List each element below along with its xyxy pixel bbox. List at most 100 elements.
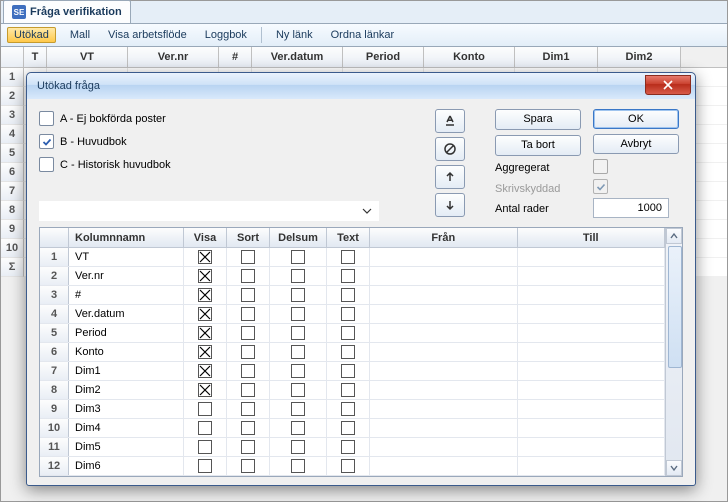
row-index[interactable]: 10 [40, 419, 69, 437]
grid-header-cell[interactable]: VT [47, 47, 128, 67]
grid-row-header[interactable]: Σ [1, 258, 24, 277]
scroll-up-button[interactable] [666, 228, 682, 244]
cell-checkbox[interactable] [198, 288, 212, 302]
row-index[interactable]: 9 [40, 400, 69, 418]
cell-checkbox[interactable] [291, 459, 305, 473]
grid-row-header[interactable]: 6 [1, 163, 24, 182]
cell-checkbox[interactable] [241, 440, 255, 454]
cell-checkbox[interactable] [198, 269, 212, 283]
row-fran[interactable] [370, 419, 518, 437]
row-colname[interactable]: Dim4 [69, 419, 184, 437]
row-till[interactable] [518, 362, 666, 380]
row-colname[interactable]: VT [69, 248, 184, 266]
cell-checkbox[interactable] [198, 421, 212, 435]
row-index[interactable]: 6 [40, 343, 69, 361]
cell-checkbox[interactable] [198, 459, 212, 473]
cell-checkbox[interactable] [341, 402, 355, 416]
row-colname[interactable]: Dim1 [69, 362, 184, 380]
grid-row-header[interactable]: 3 [1, 106, 24, 125]
grid-row-header[interactable]: 9 [1, 220, 24, 239]
grid-row-header[interactable]: 4 [1, 125, 24, 144]
row-colname[interactable]: Dim6 [69, 457, 184, 475]
colhead-till[interactable]: Till [518, 228, 666, 248]
row-index[interactable]: 11 [40, 438, 69, 456]
colhead-index[interactable] [40, 228, 69, 248]
cell-checkbox[interactable] [341, 440, 355, 454]
row-till[interactable] [518, 286, 666, 304]
cell-checkbox[interactable] [341, 307, 355, 321]
cell-checkbox[interactable] [241, 250, 255, 264]
cell-checkbox[interactable] [291, 421, 305, 435]
grid-header-cell[interactable]: Konto [424, 47, 515, 67]
row-colname[interactable]: Dim3 [69, 400, 184, 418]
row-till[interactable] [518, 419, 666, 437]
row-fran[interactable] [370, 305, 518, 323]
row-fran[interactable] [370, 362, 518, 380]
aggregerat-checkbox[interactable] [593, 159, 608, 174]
cell-checkbox[interactable] [241, 402, 255, 416]
cell-checkbox[interactable] [241, 421, 255, 435]
row-colname[interactable]: Dim2 [69, 381, 184, 399]
row-fran[interactable] [370, 286, 518, 304]
toolbar-item-mall[interactable]: Mall [66, 27, 94, 43]
grid-row-header[interactable]: 7 [1, 182, 24, 201]
row-till[interactable] [518, 324, 666, 342]
grid-header-cell[interactable]: Dim1 [515, 47, 598, 67]
cell-checkbox[interactable] [198, 326, 212, 340]
cell-checkbox[interactable] [291, 250, 305, 264]
cell-checkbox[interactable] [291, 326, 305, 340]
ta-bort-button[interactable]: Ta bort [495, 135, 581, 156]
row-till[interactable] [518, 438, 666, 456]
cell-checkbox[interactable] [341, 345, 355, 359]
cell-checkbox[interactable] [291, 269, 305, 283]
row-fran[interactable] [370, 457, 518, 475]
cell-checkbox[interactable] [241, 345, 255, 359]
row-index[interactable]: 8 [40, 381, 69, 399]
row-till[interactable] [518, 267, 666, 285]
grid-row-header[interactable]: 2 [1, 87, 24, 106]
colhead-delsum[interactable]: Delsum [270, 228, 327, 248]
row-index[interactable]: 5 [40, 324, 69, 342]
row-till[interactable] [518, 305, 666, 323]
row-index[interactable]: 3 [40, 286, 69, 304]
main-tab[interactable]: SE Fråga verifikation [3, 0, 131, 23]
ok-button[interactable]: OK [593, 109, 679, 129]
row-index[interactable]: 2 [40, 267, 69, 285]
colhead-text[interactable]: Text [327, 228, 370, 248]
cell-checkbox[interactable] [291, 364, 305, 378]
cell-checkbox[interactable] [341, 269, 355, 283]
toolbar-item-visa-arbetsflode[interactable]: Visa arbetsflöde [104, 27, 191, 43]
row-colname[interactable]: Period [69, 324, 184, 342]
cell-checkbox[interactable] [341, 459, 355, 473]
cell-checkbox[interactable] [198, 440, 212, 454]
cell-checkbox[interactable] [198, 250, 212, 264]
cell-checkbox[interactable] [241, 459, 255, 473]
cell-checkbox[interactable] [341, 250, 355, 264]
cell-checkbox[interactable] [198, 364, 212, 378]
row-fran[interactable] [370, 400, 518, 418]
filter-checkbox[interactable] [39, 134, 54, 149]
colhead-fran[interactable]: Från [370, 228, 518, 248]
dialog-titlebar[interactable]: Utökad fråga [27, 73, 695, 99]
cell-checkbox[interactable] [341, 383, 355, 397]
row-colname[interactable]: Ver.datum [69, 305, 184, 323]
row-fran[interactable] [370, 381, 518, 399]
cell-checkbox[interactable] [291, 345, 305, 359]
grid-row-header[interactable]: 10 [1, 239, 24, 258]
cell-checkbox[interactable] [291, 440, 305, 454]
cell-checkbox[interactable] [241, 326, 255, 340]
cell-checkbox[interactable] [341, 326, 355, 340]
move-up-button[interactable] [435, 165, 465, 189]
spara-button[interactable]: Spara [495, 109, 581, 130]
row-till[interactable] [518, 400, 666, 418]
cell-checkbox[interactable] [291, 307, 305, 321]
cell-checkbox[interactable] [341, 364, 355, 378]
cell-checkbox[interactable] [241, 307, 255, 321]
cell-checkbox[interactable] [241, 269, 255, 283]
row-index[interactable]: 4 [40, 305, 69, 323]
row-colname[interactable]: Konto [69, 343, 184, 361]
row-colname[interactable]: # [69, 286, 184, 304]
toolbar-item-loggbok[interactable]: Loggbok [201, 27, 251, 43]
row-colname[interactable]: Dim5 [69, 438, 184, 456]
colhead-kolumnnamn[interactable]: Kolumnnamn [69, 228, 184, 248]
